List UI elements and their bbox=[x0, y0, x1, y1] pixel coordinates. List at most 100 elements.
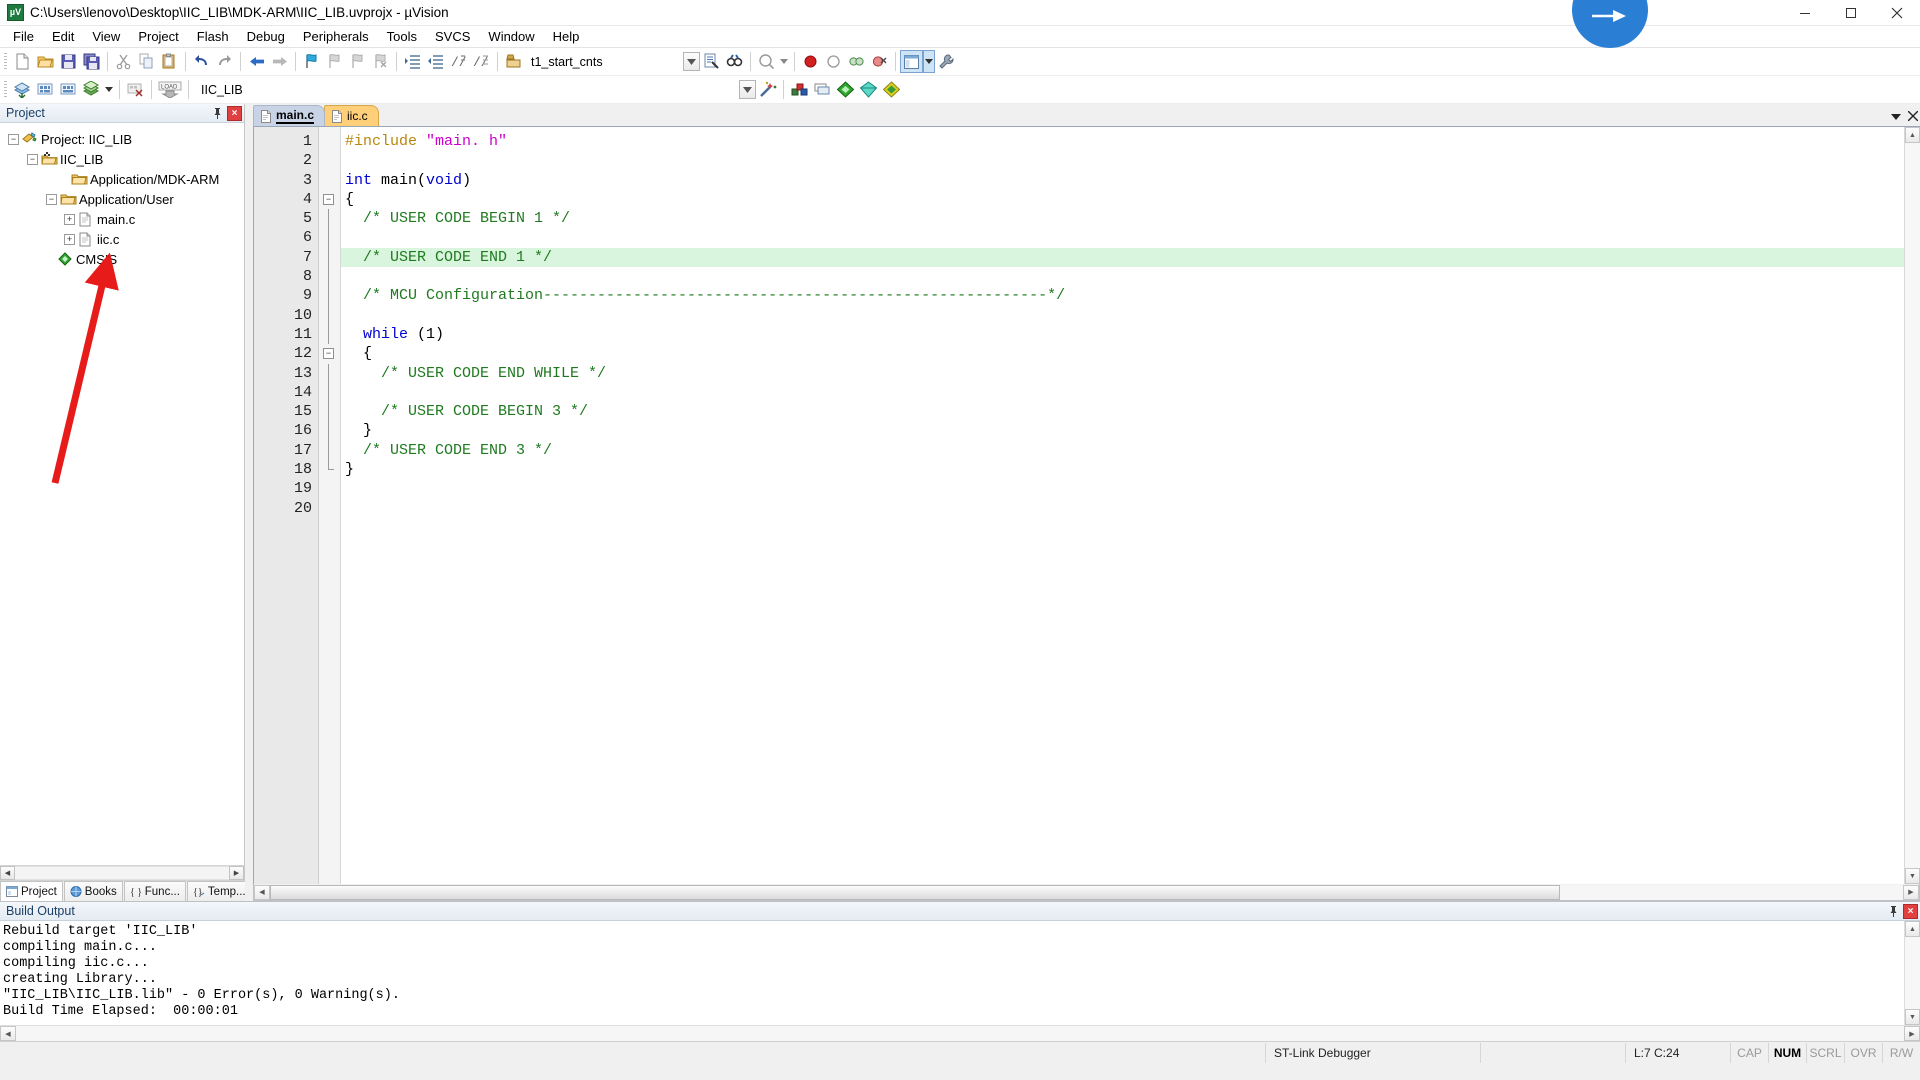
paste-icon[interactable] bbox=[158, 50, 181, 73]
scroll-right-icon[interactable]: ▶ bbox=[1904, 1026, 1920, 1041]
scroll-right-icon[interactable]: ▶ bbox=[229, 866, 244, 880]
code-line[interactable]: int main(void) bbox=[341, 171, 1904, 190]
indent-icon[interactable] bbox=[401, 50, 424, 73]
window-layout-icon[interactable] bbox=[900, 50, 923, 73]
bookmark-next-icon[interactable] bbox=[346, 50, 369, 73]
menu-file[interactable]: File bbox=[4, 27, 43, 46]
editor-tab-main-c[interactable]: main.c bbox=[253, 105, 326, 126]
bookmark-clear-icon[interactable] bbox=[369, 50, 392, 73]
tab-templates[interactable]: {} Temp... bbox=[186, 881, 252, 901]
code-line[interactable] bbox=[341, 151, 1904, 170]
translate-icon[interactable] bbox=[11, 78, 34, 101]
code-line[interactable] bbox=[341, 383, 1904, 402]
build-output-hscrollbar[interactable]: ◀ ▶ bbox=[0, 1025, 1920, 1041]
code-line[interactable]: /* USER CODE BEGIN 1 */ bbox=[341, 209, 1904, 228]
chevron-down-icon[interactable] bbox=[1891, 112, 1901, 123]
scroll-left-icon[interactable]: ◀ bbox=[0, 1026, 16, 1041]
hscroll-track[interactable] bbox=[16, 1026, 1904, 1041]
menu-debug[interactable]: Debug bbox=[238, 27, 294, 46]
menu-project[interactable]: Project bbox=[129, 27, 187, 46]
code-line[interactable] bbox=[341, 228, 1904, 247]
pack-installer-icon[interactable] bbox=[834, 78, 857, 101]
fold-minus-icon[interactable]: − bbox=[323, 348, 334, 360]
magic-wand-icon[interactable] bbox=[756, 78, 779, 101]
scroll-up-icon[interactable]: ▲ bbox=[1905, 921, 1920, 937]
code-line[interactable]: } bbox=[341, 421, 1904, 440]
find-dropdown-button[interactable] bbox=[683, 52, 700, 71]
new-file-icon[interactable] bbox=[11, 50, 34, 73]
editor-tab-iic-c[interactable]: iic.c bbox=[324, 105, 379, 126]
tree-item-cmsis[interactable]: CMSIS bbox=[6, 249, 244, 269]
undo-icon[interactable] bbox=[190, 50, 213, 73]
code-line[interactable]: /* USER CODE END WHILE */ bbox=[341, 364, 1904, 383]
expander-minus-icon[interactable]: − bbox=[27, 153, 38, 165]
multi-project-icon[interactable] bbox=[880, 78, 903, 101]
code-line[interactable]: /* USER CODE END 3 */ bbox=[341, 441, 1904, 460]
scroll-up-icon[interactable]: ▲ bbox=[1905, 127, 1920, 143]
breakpoint-kill-icon[interactable] bbox=[868, 50, 891, 73]
editor-vertical-scrollbar[interactable]: ▲ ▼ bbox=[1904, 127, 1920, 884]
code-line[interactable]: /* MCU Configuration--------------------… bbox=[341, 286, 1904, 305]
expander-minus-icon[interactable]: − bbox=[8, 133, 19, 145]
menu-tools[interactable]: Tools bbox=[378, 27, 426, 46]
batch-build-icon[interactable] bbox=[80, 78, 103, 101]
fold-minus-icon[interactable]: − bbox=[323, 193, 334, 205]
outdent-icon[interactable] bbox=[424, 50, 447, 73]
code-line[interactable]: /* USER CODE END 1 */ bbox=[341, 247, 1904, 268]
pin-icon[interactable] bbox=[210, 106, 225, 121]
code-line[interactable]: while (1) bbox=[341, 325, 1904, 344]
menu-flash[interactable]: Flash bbox=[188, 27, 238, 46]
scroll-left-icon[interactable]: ◀ bbox=[0, 866, 15, 880]
toolbar-grip[interactable] bbox=[4, 52, 7, 71]
download-icon[interactable]: LOAD bbox=[156, 78, 184, 101]
window-layout-dropdown-icon[interactable] bbox=[923, 50, 935, 73]
manage-rte-icon[interactable] bbox=[857, 78, 880, 101]
tab-project[interactable]: Project bbox=[0, 881, 63, 901]
uncomment-icon[interactable]: // bbox=[470, 50, 493, 73]
menu-svcs[interactable]: SVCS bbox=[426, 27, 479, 46]
tree-item-iic-c[interactable]: + iic.c bbox=[6, 229, 244, 249]
scroll-right-icon[interactable]: ▶ bbox=[1903, 884, 1919, 900]
scroll-down-icon[interactable]: ▼ bbox=[1905, 868, 1920, 884]
hscroll-track[interactable] bbox=[1560, 884, 1903, 900]
find-in-files-icon[interactable] bbox=[723, 50, 746, 73]
comment-icon[interactable]: // bbox=[447, 50, 470, 73]
vscroll-track[interactable] bbox=[1905, 937, 1920, 1009]
tree-item-application-mdk-arm[interactable]: Application/MDK-ARM bbox=[6, 169, 244, 189]
code-line[interactable] bbox=[341, 306, 1904, 325]
redo-icon[interactable] bbox=[213, 50, 236, 73]
batch-build-dropdown-icon[interactable] bbox=[103, 78, 115, 101]
code-folding-column[interactable]: − − bbox=[319, 127, 341, 884]
tree-item-main-c[interactable]: + main.c bbox=[6, 209, 244, 229]
tab-functions[interactable]: { } Func... bbox=[123, 881, 186, 901]
editor-horizontal-scrollbar[interactable]: ◀ ▶ bbox=[253, 884, 1920, 901]
manage-project-items-icon[interactable] bbox=[811, 78, 834, 101]
open-file-icon[interactable] bbox=[34, 50, 57, 73]
menu-peripherals[interactable]: Peripherals bbox=[294, 27, 378, 46]
breakpoint-red-dot-icon[interactable] bbox=[799, 50, 822, 73]
cut-icon[interactable] bbox=[112, 50, 135, 73]
magnifier-icon[interactable] bbox=[755, 50, 778, 73]
maximize-button[interactable] bbox=[1828, 0, 1874, 26]
code-line[interactable]: { bbox=[341, 344, 1904, 363]
breakpoint-hollow-icon[interactable] bbox=[822, 50, 845, 73]
hscroll-track[interactable] bbox=[15, 866, 229, 880]
tab-books[interactable]: Books bbox=[63, 881, 123, 901]
scroll-left-icon[interactable]: ◀ bbox=[254, 884, 270, 900]
code-line[interactable]: /* USER CODE BEGIN 3 */ bbox=[341, 402, 1904, 421]
target-dropdown-button[interactable] bbox=[739, 80, 756, 99]
target-options-icon[interactable] bbox=[788, 78, 811, 101]
find-box-icon[interactable] bbox=[502, 50, 525, 73]
save-all-icon[interactable] bbox=[80, 50, 103, 73]
toolbar-grip[interactable] bbox=[4, 80, 7, 99]
project-tree[interactable]: − Project: IIC_LIB − IIC_LIB Application… bbox=[0, 123, 244, 865]
expander-plus-icon[interactable]: + bbox=[64, 213, 75, 225]
vscroll-track[interactable] bbox=[1905, 143, 1920, 868]
document-search-icon[interactable] bbox=[700, 50, 723, 73]
stop-build-icon[interactable] bbox=[124, 78, 147, 101]
project-panel-hscrollbar[interactable]: ◀ ▶ bbox=[0, 865, 244, 880]
tree-item-target[interactable]: − IIC_LIB bbox=[6, 149, 244, 169]
menu-view[interactable]: View bbox=[83, 27, 129, 46]
magnifier-dropdown-icon[interactable] bbox=[778, 50, 790, 73]
find-input[interactable]: t1_start_cnts bbox=[527, 51, 677, 72]
